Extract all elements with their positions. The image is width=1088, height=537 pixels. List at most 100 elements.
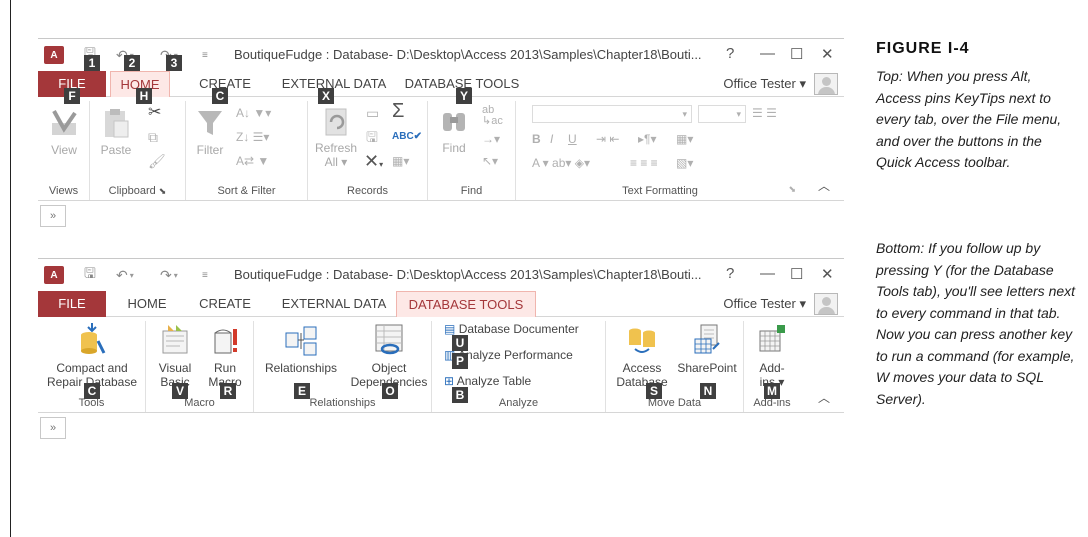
- view-button[interactable]: View: [44, 107, 84, 157]
- keytip-file: F: [64, 88, 80, 104]
- refresh-all-button[interactable]: Refresh All ▾: [314, 107, 358, 169]
- title-bar: A 🖫 ↶ ▾ ↷ ▾ ≡ BoutiqueFudge : Database- D:…: [38, 259, 844, 291]
- nav-pane-toggle[interactable]: »: [40, 417, 66, 439]
- format-painter-icon[interactable]: 🖌: [148, 153, 166, 169]
- help-button[interactable]: ?: [726, 265, 734, 282]
- cut-icon[interactable]: ✂: [148, 105, 161, 121]
- keytip-visual-basic: V: [172, 383, 188, 399]
- maximize-button[interactable]: ☐: [790, 265, 803, 283]
- visual-basic-button[interactable]: Visual Basic: [152, 323, 198, 389]
- paragraph-direction-icon[interactable]: ▸¶▾: [638, 131, 657, 147]
- qa-undo-button[interactable]: ↶▾: [116, 265, 134, 285]
- keytip-analyze-table: B: [452, 387, 468, 403]
- spelling-icon[interactable]: ABC✔: [392, 129, 422, 145]
- access-database-button[interactable]: Access Database: [612, 323, 672, 389]
- sort-ascending-icon[interactable]: A↓ ▼▾: [236, 105, 271, 121]
- align-icons[interactable]: ≡ ≡ ≡: [630, 155, 658, 171]
- help-button[interactable]: ?: [726, 45, 734, 62]
- object-dependencies-button[interactable]: Object Dependencies: [346, 323, 432, 389]
- sort-descending-icon[interactable]: Z↓ ☰▾: [236, 129, 269, 145]
- undo-icon: ↶: [116, 266, 128, 283]
- bold-icon[interactable]: B: [532, 131, 541, 147]
- font-name-dropdown[interactable]: ▾: [532, 105, 692, 123]
- visual-basic-label-1: Visual: [158, 361, 192, 375]
- remove-sort-icon[interactable]: A⇄ ▼: [236, 153, 269, 169]
- sharepoint-button[interactable]: SharePoint: [674, 323, 740, 375]
- group-label-clipboard: Clipboard ⬊: [108, 185, 167, 197]
- nav-pane-toggle[interactable]: »: [40, 205, 66, 227]
- font-size-dropdown[interactable]: ▾: [698, 105, 746, 123]
- paste-button[interactable]: Paste: [96, 107, 136, 157]
- tab-home[interactable]: HOME: [122, 291, 172, 317]
- tab-create[interactable]: CREATE: [190, 291, 260, 317]
- access-app-icon[interactable]: A: [44, 266, 64, 284]
- add-ins-button[interactable]: Add-ins ▾: [750, 323, 794, 389]
- tab-external-data[interactable]: EXTERNAL DATA: [274, 71, 394, 97]
- run-macro-button[interactable]: Run Macro: [202, 323, 248, 389]
- totals-icon[interactable]: Σ: [392, 101, 404, 121]
- font-color-icon[interactable]: A ▾ ab▾ ◈▾: [532, 155, 590, 171]
- close-button[interactable]: ✕: [821, 265, 834, 283]
- qa-save-button[interactable]: 🖫: [84, 265, 96, 285]
- access-window-database-tools-keytips: A 🖫 ↶ ▾ ↷ ▾ ≡ BoutiqueFudge : Database- D:…: [38, 258, 844, 458]
- relationships-button[interactable]: Relationships: [258, 323, 344, 375]
- tab-external-data[interactable]: EXTERNAL DATA: [274, 291, 394, 317]
- tab-file[interactable]: FILE: [38, 291, 106, 317]
- go-to-icon[interactable]: →▾: [482, 131, 500, 147]
- minimize-button[interactable]: —: [760, 265, 775, 282]
- user-account[interactable]: Office Tester ▾: [723, 71, 806, 97]
- avatar[interactable]: [814, 73, 838, 95]
- group-find: Find ab ↳ac →▾ ↖▾ Find: [428, 101, 516, 200]
- object-dependencies-label-1: Object: [371, 361, 407, 375]
- maximize-button[interactable]: ☐: [790, 45, 803, 63]
- underline-icon[interactable]: U: [568, 131, 577, 147]
- qa-customize-button[interactable]: ≡: [202, 45, 208, 65]
- italic-icon[interactable]: I: [550, 131, 553, 147]
- group-sort-filter: Filter A↓ ▼▾ Z↓ ☰▾ A⇄ ▼ Sort & Filter: [186, 101, 308, 200]
- keytip-database-tools: Y: [456, 88, 472, 104]
- group-label-find: Find: [460, 185, 483, 197]
- more-records-icon[interactable]: ▦▾: [392, 153, 409, 169]
- navigation-pane: »: [38, 201, 844, 235]
- group-label-macro: Macro: [184, 397, 215, 409]
- close-button[interactable]: ✕: [821, 45, 834, 63]
- compact-repair-button[interactable]: Compact and Repair Database: [40, 323, 144, 389]
- access-app-icon[interactable]: A: [44, 46, 64, 64]
- keytip-object-dependencies: O: [382, 383, 398, 399]
- group-text-formatting: ▾ ▾ ☰ ☰ B I U ⇥ ⇤ ▸¶▾ ▦▾ A ▾ ab▾ ◈▾ ≡ ≡ …: [516, 101, 804, 200]
- avatar[interactable]: [814, 293, 838, 315]
- documenter-label: Database Documenter: [458, 322, 579, 336]
- qa-redo-button[interactable]: ↷▾: [160, 265, 178, 285]
- delete-record-icon[interactable]: ✕▾: [364, 152, 383, 173]
- new-record-icon[interactable]: ▭: [366, 105, 379, 121]
- view-icon: [52, 110, 77, 135]
- dialog-launcher-icon[interactable]: ⬊: [788, 181, 796, 197]
- group-move-data: Access Database SharePoint Move Data S N: [606, 321, 744, 412]
- user-account[interactable]: Office Tester ▾: [723, 291, 806, 317]
- analyze-table-icon: ⊞: [444, 374, 455, 388]
- group-label-relationships: Relationships: [309, 397, 376, 409]
- binoculars-icon: [443, 113, 465, 131]
- dialog-launcher-icon: ⬊: [158, 186, 167, 196]
- tab-database-tools[interactable]: DATABASE TOOLS: [396, 291, 536, 317]
- minimize-button[interactable]: —: [760, 45, 775, 62]
- group-add-ins: Add-ins ▾ Add-ins M: [744, 321, 800, 412]
- ribbon-tabs: FILE HOME CREATE EXTERNAL DATA DATABASE …: [38, 291, 844, 317]
- select-icon[interactable]: ↖▾: [482, 153, 498, 169]
- indent-icon[interactable]: ⇥ ⇤: [596, 131, 619, 147]
- keytip-qa-undo: 2: [124, 55, 140, 71]
- filter-button[interactable]: Filter: [190, 107, 230, 157]
- performance-label: Analyze Performance: [458, 348, 573, 362]
- collapse-ribbon-icon[interactable]: ︿: [818, 177, 830, 194]
- alt-row-color-icon[interactable]: ▧▾: [676, 155, 693, 171]
- gridlines-icon[interactable]: ▦▾: [676, 131, 693, 147]
- bullets-icon[interactable]: ☰ ☰: [752, 105, 777, 121]
- copy-icon[interactable]: ⧉: [148, 129, 158, 145]
- save-record-icon[interactable]: 🖫: [366, 129, 378, 145]
- group-clipboard: Paste ✂ ⧉ 🖌 Clipboard ⬊: [90, 101, 186, 200]
- keytip-sharepoint: N: [700, 383, 716, 399]
- collapse-ribbon-icon[interactable]: ︿: [818, 389, 830, 406]
- find-button[interactable]: Find: [434, 107, 474, 155]
- qa-customize-button[interactable]: ≡: [202, 265, 208, 285]
- replace-icon[interactable]: ab ↳ac: [482, 105, 503, 127]
